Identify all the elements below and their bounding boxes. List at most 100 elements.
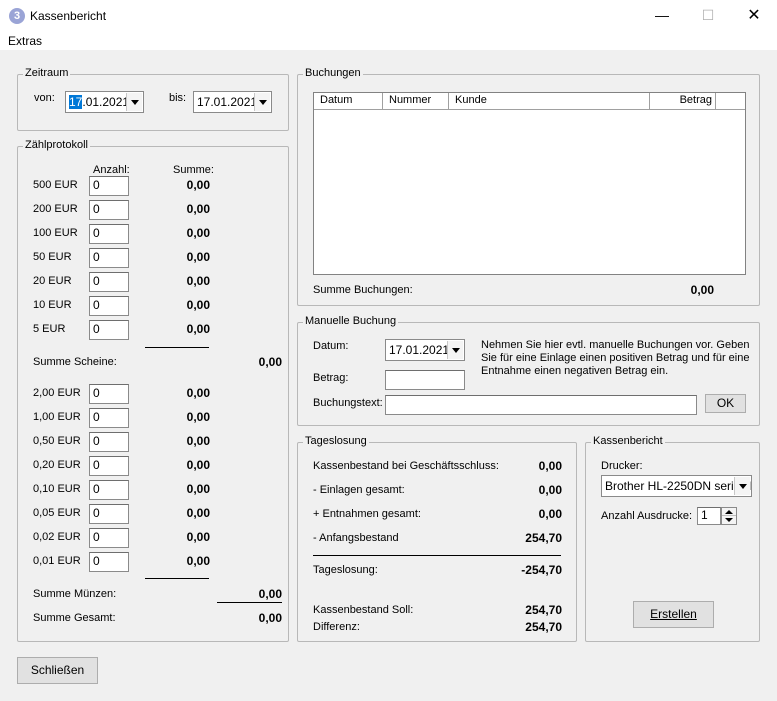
tageslosung-row-label: - Einlagen gesamt: <box>313 484 405 496</box>
chevron-down-icon[interactable] <box>126 93 142 111</box>
betrag-input[interactable] <box>385 370 465 390</box>
schliessen-button[interactable]: Schließen <box>17 657 98 684</box>
betrag-label: Betrag: <box>313 372 349 384</box>
muenze-count-input[interactable]: 0 <box>89 384 129 404</box>
tageslosung-row-value: 254,70 <box>525 531 562 545</box>
column-header-betrag[interactable]: Betrag <box>650 93 716 109</box>
muenze-denomination-label: 0,05 EUR <box>33 507 81 519</box>
anzahl-spinner[interactable] <box>721 507 737 525</box>
schein-count-input[interactable]: 0 <box>89 320 129 340</box>
anzahl-header: Anzahl: <box>93 164 130 176</box>
summe-header: Summe: <box>173 164 214 176</box>
schein-denomination-label: 20 EUR <box>33 275 72 287</box>
muenze-denomination-label: 0,20 EUR <box>33 459 81 471</box>
column-header-kunde[interactable]: Kunde <box>449 93 650 109</box>
spin-up-icon[interactable] <box>722 508 736 516</box>
zeitraum-label: Zeitraum <box>23 67 71 79</box>
schein-denomination-label: 100 EUR <box>33 227 78 239</box>
summe-muenzen-value: 0,00 <box>258 587 282 601</box>
schein-count-input[interactable]: 0 <box>89 176 129 196</box>
maximize-button[interactable]: ☐ <box>685 0 731 31</box>
von-date-field[interactable]: 17.01.2021 <box>65 91 144 113</box>
muenze-denomination-label: 1,00 EUR <box>33 411 81 423</box>
von-label: von: <box>34 92 55 104</box>
schein-sum-value: 0,00 <box>186 298 210 312</box>
tageslosung-row-label: - Anfangsbestand <box>313 532 399 544</box>
schein-denomination-label: 10 EUR <box>33 299 72 311</box>
muenze-count-input[interactable]: 0 <box>89 504 129 524</box>
muenze-sum-value: 0,00 <box>186 482 210 496</box>
summe-scheine-value: 0,00 <box>258 355 282 369</box>
close-button[interactable]: ✕ <box>731 0 777 31</box>
tageslosung-row-value: 0,00 <box>538 459 562 473</box>
spin-down-icon[interactable] <box>722 516 736 524</box>
chevron-down-icon[interactable] <box>254 93 270 111</box>
muenze-sum-value: 0,00 <box>186 506 210 520</box>
anzahl-ausdrucke-input[interactable]: 1 <box>697 507 721 525</box>
muenze-sum-value: 0,00 <box>186 530 210 544</box>
muenze-count-input[interactable]: 0 <box>89 552 129 572</box>
schein-count-input[interactable]: 0 <box>89 272 129 292</box>
schein-denomination-label: 200 EUR <box>33 203 78 215</box>
muenze-count-input[interactable]: 0 <box>89 528 129 548</box>
menu-extras[interactable]: Extras <box>8 34 42 48</box>
schein-denomination-label: 500 EUR <box>33 179 78 191</box>
muenze-count-input[interactable]: 0 <box>89 480 129 500</box>
kassenbestand-soll-value: 254,70 <box>525 603 562 617</box>
muenze-sum-value: 0,00 <box>186 554 210 568</box>
anzahl-ausdrucke-label: Anzahl Ausdrucke: <box>601 510 693 522</box>
schein-count-input[interactable]: 0 <box>89 248 129 268</box>
gesamt-divider <box>217 602 282 603</box>
schein-sum-value: 0,00 <box>186 202 210 216</box>
window-title: Kassenbericht <box>30 9 107 23</box>
muenze-denomination-label: 2,00 EUR <box>33 387 81 399</box>
summe-gesamt-value: 0,00 <box>258 611 282 625</box>
muenze-count-input[interactable]: 0 <box>89 456 129 476</box>
summe-buchungen-value: 0,00 <box>690 283 714 297</box>
datum-label: Datum: <box>313 340 349 352</box>
muenze-sum-value: 0,00 <box>186 458 210 472</box>
schein-denomination-label: 50 EUR <box>33 251 72 263</box>
tageslosung-row-label: + Entnahmen gesamt: <box>313 508 421 520</box>
summe-gesamt-label: Summe Gesamt: <box>33 612 116 624</box>
summe-muenzen-label: Summe Münzen: <box>33 588 117 600</box>
schein-count-input[interactable]: 0 <box>89 200 129 220</box>
bis-date-field[interactable]: 17.01.2021 <box>193 91 272 113</box>
muenze-sum-value: 0,00 <box>186 386 210 400</box>
manuelle-buchung-hint: Nehmen Sie hier evtl. manuelle Buchungen… <box>481 339 750 377</box>
von-rest-part: .01.2021 <box>82 95 130 109</box>
schein-sum-value: 0,00 <box>186 250 210 264</box>
kassenbestand-soll-label: Kassenbestand Soll: <box>313 604 414 616</box>
column-header-nummer[interactable]: Nummer <box>383 93 449 109</box>
ok-button[interactable]: OK <box>705 394 746 413</box>
drucker-select[interactable]: Brother HL-2250DN series Prin <box>601 475 752 497</box>
schein-count-input[interactable]: 0 <box>89 224 129 244</box>
buchungstext-input[interactable] <box>385 395 697 415</box>
kassenbericht-label: Kassenbericht <box>591 435 665 447</box>
muenzen-divider <box>145 578 209 579</box>
chevron-down-icon[interactable] <box>447 341 463 359</box>
muenze-sum-value: 0,00 <box>186 410 210 424</box>
chevron-down-icon[interactable] <box>734 477 750 495</box>
muenze-denomination-label: 0,50 EUR <box>33 435 81 447</box>
column-header-datum[interactable]: Datum <box>314 93 383 109</box>
schein-count-input[interactable]: 0 <box>89 296 129 316</box>
buchungen-list[interactable]: Datum Nummer Kunde Betrag <box>313 92 746 275</box>
minimize-button[interactable]: — <box>639 0 685 31</box>
tageslosung-row-value: 0,00 <box>538 483 562 497</box>
muenze-count-input[interactable]: 0 <box>89 432 129 452</box>
schein-sum-value: 0,00 <box>186 274 210 288</box>
buchungen-label: Buchungen <box>303 67 363 79</box>
buchungstext-label: Buchungstext: <box>313 397 383 409</box>
schein-sum-value: 0,00 <box>186 178 210 192</box>
schein-sum-value: 0,00 <box>186 322 210 336</box>
tageslosung-sum-value: -254,70 <box>521 563 562 577</box>
tageslosung-divider <box>313 555 561 556</box>
summe-scheine-label: Summe Scheine: <box>33 356 117 368</box>
buchung-datum-field[interactable]: 17.01.2021 <box>385 339 465 361</box>
erstellen-button[interactable]: Erstellen <box>633 601 714 628</box>
bis-label: bis: <box>169 92 187 104</box>
muenze-count-input[interactable]: 0 <box>89 408 129 428</box>
buchung-datum-value: 17.01.2021 <box>389 343 450 357</box>
manuelle-buchung-label: Manuelle Buchung <box>303 315 399 327</box>
